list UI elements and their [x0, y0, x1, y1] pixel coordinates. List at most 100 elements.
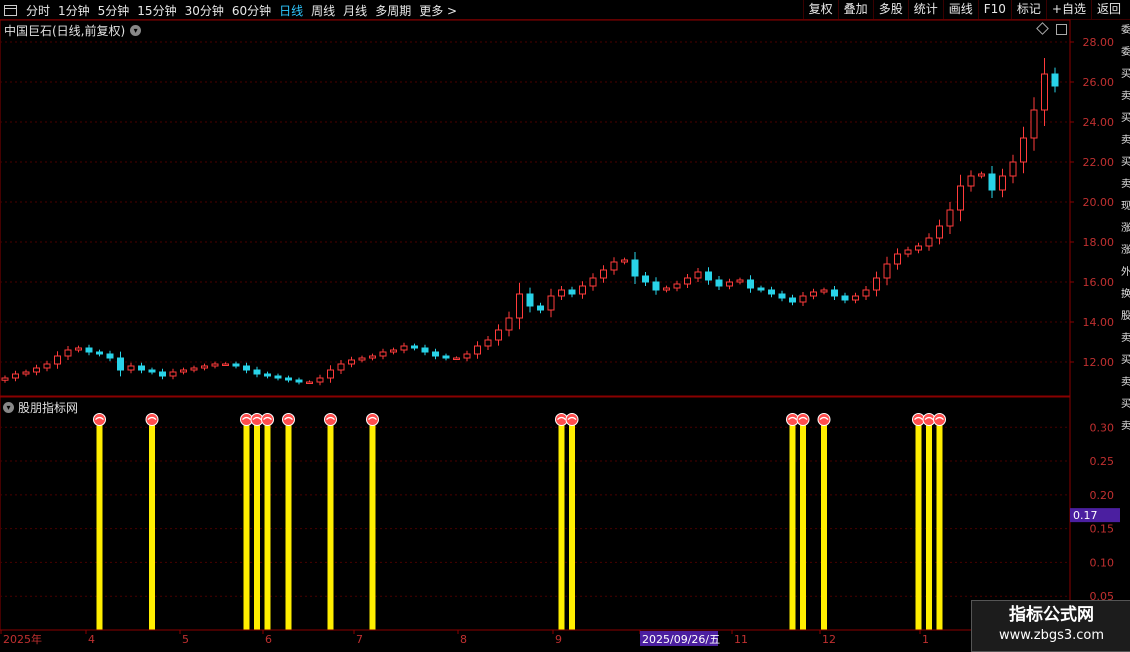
signal-bar: [327, 420, 334, 630]
candle-body: [925, 237, 933, 247]
date-tick-label: 2025年: [3, 632, 42, 646]
signal-marker-icon[interactable]: [324, 413, 337, 427]
watermark-logo: 指标公式网 www.zbgs3.com: [971, 600, 1130, 652]
signal-marker-icon[interactable]: [261, 413, 274, 427]
candle-body: [432, 351, 439, 357]
signal-marker-icon[interactable]: [282, 413, 295, 427]
signal-marker-icon[interactable]: [817, 413, 831, 427]
signal-bar: [926, 420, 932, 630]
dropdown-icon[interactable]: ▾: [130, 25, 142, 36]
candle-body: [1041, 73, 1048, 111]
price-tick-label: 14.00: [1083, 316, 1115, 329]
signal-bar: [800, 420, 806, 630]
quote-strip-char: 买: [1121, 355, 1130, 366]
quote-strip-char: 现: [1121, 201, 1130, 212]
watermark-url: www.zbgs3.com: [998, 628, 1105, 643]
quote-strip-char: 买: [1121, 69, 1130, 80]
signal-marker-icon[interactable]: [933, 413, 946, 427]
candle-body: [904, 249, 912, 255]
candle-body: [400, 345, 408, 351]
signal-marker-icon[interactable]: [93, 413, 106, 427]
signal-bar: [254, 420, 260, 630]
signal-bar: [915, 420, 922, 630]
signal-marker-icon[interactable]: [145, 413, 159, 427]
dropdown-icon[interactable]: ▾: [3, 402, 14, 413]
date-tick-label: 4: [88, 633, 95, 646]
candle-body: [684, 277, 691, 285]
candle-body: [211, 363, 219, 367]
candle-body: [379, 351, 387, 357]
signal-marker-icon[interactable]: [366, 413, 379, 427]
quote-strip-char: 卖: [1121, 421, 1130, 432]
candle-body: [663, 287, 670, 291]
watermark-title: 指标公式网: [1009, 605, 1094, 625]
signal-bar: [936, 420, 943, 630]
candle-body: [831, 289, 838, 297]
candle-body: [316, 377, 324, 383]
price-tick-label: 28.00: [1083, 36, 1115, 49]
quote-side-strip: 委委买卖买卖买卖现涨涨外换股卖买卖买卖: [1121, 20, 1130, 630]
signal-bar: [285, 420, 292, 630]
candle-body: [862, 289, 870, 297]
quote-strip-char: 卖: [1121, 135, 1130, 146]
candle-body: [358, 357, 366, 361]
quote-strip-char: 卖: [1121, 91, 1130, 102]
candle-body: [715, 279, 723, 287]
candle-body: [127, 365, 135, 371]
candle-body: [747, 279, 754, 289]
candle-body: [978, 173, 985, 177]
candle-body: [852, 295, 859, 301]
indicator-tick-label: 0.10: [1090, 556, 1115, 569]
candle-body: [421, 347, 429, 353]
quote-strip-char: 买: [1121, 113, 1130, 124]
date-tick-label: 12: [822, 633, 836, 646]
quote-strip-char: 委: [1121, 25, 1130, 36]
signal-bar: [789, 420, 796, 630]
candle-body: [442, 355, 450, 359]
price-tick-label: 18.00: [1083, 236, 1115, 249]
candle-body: [117, 357, 124, 371]
candle-body: [610, 261, 618, 271]
candle-body: [516, 293, 523, 319]
signal-marker-icon[interactable]: [796, 413, 810, 427]
candle-body: [22, 371, 30, 375]
candle-body: [600, 269, 607, 279]
candle-body: [631, 259, 639, 277]
candle-body: [579, 285, 586, 295]
candle-body: [138, 365, 145, 371]
candle-body: [411, 345, 418, 349]
candle-body: [820, 289, 828, 293]
candle-body: [883, 263, 891, 279]
candle-body: [295, 379, 303, 383]
panel-toggle-icon[interactable]: [1056, 24, 1067, 35]
candle-body: [232, 363, 240, 367]
signal-bar: [821, 420, 827, 630]
main-chart-title: 中国巨石(日线,前复权) ▾: [4, 22, 142, 39]
signal-bar: [558, 420, 565, 630]
candle-body: [1, 377, 9, 381]
candle-body: [222, 363, 229, 366]
candle-body: [253, 369, 261, 375]
quote-strip-char: 涨: [1121, 223, 1130, 234]
price-tick-label: 16.00: [1083, 276, 1115, 289]
candle-body: [778, 293, 786, 299]
candle-body: [201, 365, 208, 369]
quote-strip-char: 涨: [1121, 245, 1130, 256]
candle-body: [652, 281, 660, 291]
date-tick-label: 11: [734, 633, 748, 646]
candle-body: [705, 271, 712, 281]
candle-body: [757, 287, 765, 291]
indicator-tick-label: 0.30: [1090, 421, 1115, 434]
cursor-date-label: 2025/09/26/五: [642, 633, 720, 646]
candle-body: [799, 295, 807, 303]
candle-body: [64, 349, 72, 357]
kline-chart[interactable]: 28.00 26.00 24.00 22.00 20.00 18.00 16.00 14.00…: [0, 0, 1130, 650]
date-tick-label: 9: [555, 633, 562, 646]
quote-strip-char: 卖: [1121, 179, 1130, 190]
candle-body: [337, 363, 345, 371]
indicator-tick-label: 0.15: [1090, 523, 1115, 536]
candle-body: [85, 347, 93, 353]
signal-marker-icon[interactable]: [565, 413, 579, 427]
candle-body: [75, 347, 82, 351]
quote-strip-char: 卖: [1121, 333, 1130, 344]
